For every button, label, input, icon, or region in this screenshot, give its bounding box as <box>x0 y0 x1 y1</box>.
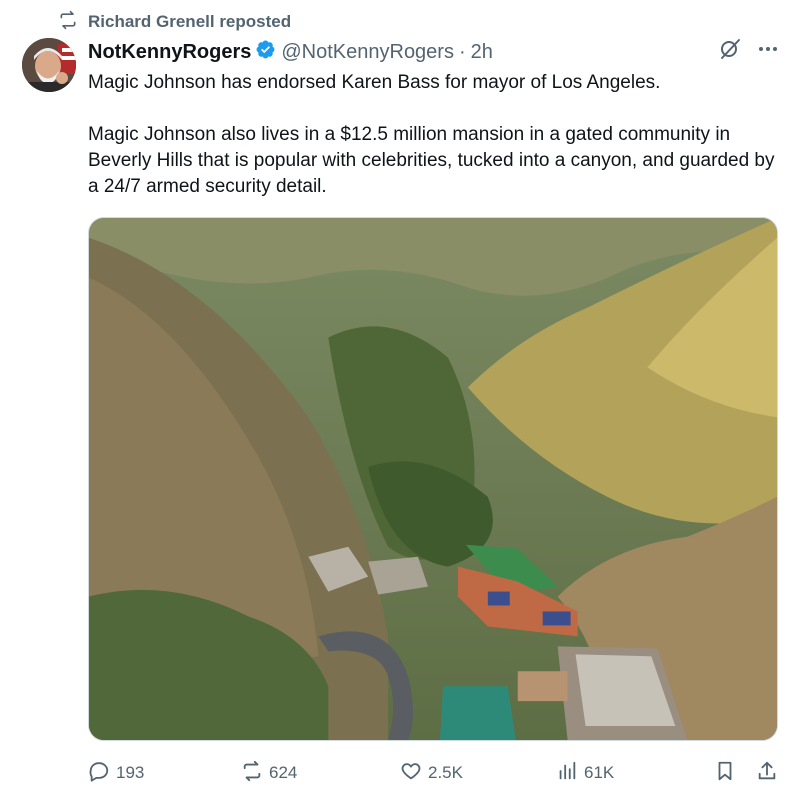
separator-dot: · <box>458 40 466 63</box>
tweet-body: Magic Johnson has endorsed Karen Bass fo… <box>88 70 786 200</box>
tweet-header: NotKennyRogers @NotKennyRogers · 2h <box>88 38 780 66</box>
repost-button[interactable]: 624 <box>241 758 297 788</box>
share-icon <box>756 760 778 787</box>
tweet-timestamp[interactable]: 2h <box>471 41 493 64</box>
avatar[interactable] <box>22 38 76 92</box>
reply-count: 193 <box>116 763 145 782</box>
author-display-name[interactable]: NotKennyRogers <box>88 41 251 64</box>
views-icon <box>556 760 578 787</box>
verified-badge-icon <box>251 39 281 66</box>
like-button[interactable]: 2.5K <box>400 758 463 788</box>
more-options-icon[interactable] <box>756 37 780 67</box>
grok-icon[interactable] <box>718 37 742 67</box>
bookmark-button[interactable] <box>714 758 736 788</box>
view-count: 61K <box>584 763 615 782</box>
tweet-media-photo[interactable] <box>88 217 778 741</box>
author-handle[interactable]: @NotKennyRogers <box>281 41 454 64</box>
share-button[interactable] <box>756 758 778 788</box>
tweet-paragraph: Magic Johnson has endorsed Karen Bass fo… <box>88 72 661 93</box>
repost-count: 624 <box>269 763 298 782</box>
repost-icon <box>241 760 263 787</box>
repost-indicator[interactable]: Richard Grenell reposted <box>58 10 291 34</box>
like-count: 2.5K <box>428 763 463 782</box>
header-actions <box>718 38 780 66</box>
reply-button[interactable]: 193 <box>88 758 144 788</box>
tweet-action-bar: 193 624 2.5K 61K <box>88 758 784 788</box>
tweet-paragraph: Magic Johnson also lives in a $12.5 mill… <box>88 124 775 197</box>
heart-icon <box>400 760 422 787</box>
views-button[interactable]: 61K <box>556 758 614 788</box>
bookmark-icon <box>714 760 736 787</box>
reply-icon <box>88 760 110 787</box>
repost-label: Richard Grenell reposted <box>88 12 292 31</box>
repost-icon <box>58 10 78 35</box>
